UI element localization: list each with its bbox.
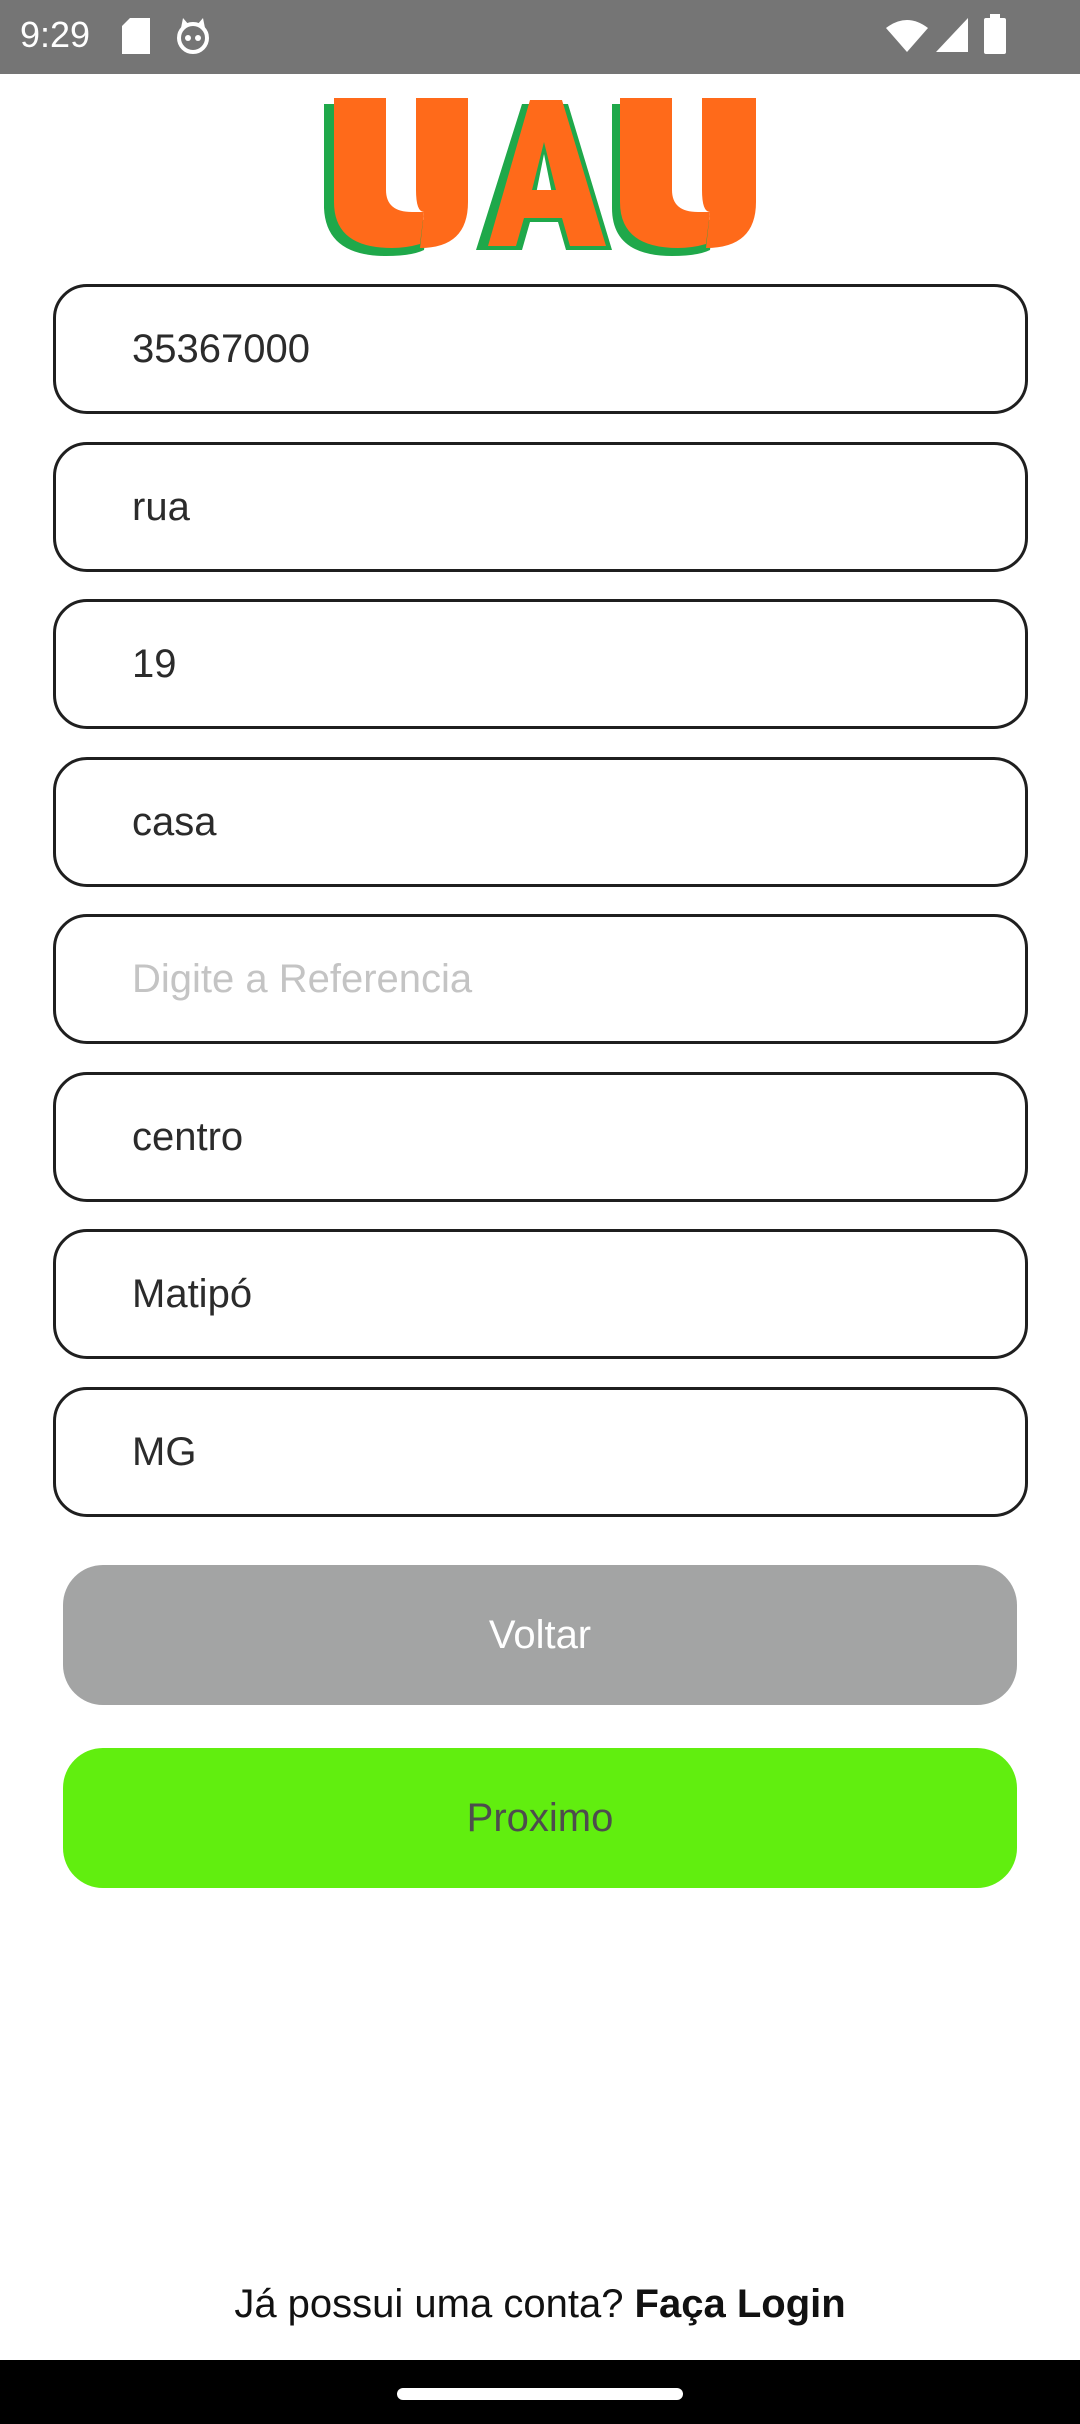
back-button[interactable]: Voltar: [63, 1565, 1017, 1705]
login-prompt: Já possui uma conta? Faça Login: [0, 2282, 1080, 2327]
reference-field[interactable]: [53, 914, 1028, 1044]
navigation-bar: [0, 2360, 1080, 2424]
home-gesture-handle[interactable]: [397, 2388, 683, 2400]
number-field[interactable]: [53, 599, 1028, 729]
reference-input[interactable]: [132, 917, 992, 1041]
back-button-label: Voltar: [488, 1612, 592, 1657]
next-button-label: Proximo: [466, 1795, 614, 1840]
sd-card-icon: [122, 18, 150, 54]
uau-logo: [324, 98, 756, 256]
neighborhood-input[interactable]: [132, 1075, 992, 1199]
city-field[interactable]: [53, 1229, 1028, 1359]
status-bar: 9:29: [0, 0, 1080, 74]
login-link[interactable]: Faça Login: [635, 2282, 846, 2326]
next-button[interactable]: Proximo: [63, 1748, 1017, 1888]
state-input[interactable]: [132, 1390, 992, 1514]
login-question: Já possui uma conta?: [234, 2282, 635, 2326]
state-field[interactable]: [53, 1387, 1028, 1517]
status-time: 9:29: [20, 14, 91, 55]
street-input[interactable]: [132, 445, 992, 569]
cat-face-icon: [177, 18, 209, 54]
complement-input[interactable]: [132, 760, 992, 884]
cep-field[interactable]: [53, 284, 1028, 414]
street-field[interactable]: [53, 442, 1028, 572]
complement-field[interactable]: [53, 757, 1028, 887]
city-input[interactable]: [132, 1232, 992, 1356]
battery-icon: [984, 14, 1006, 54]
wifi-icon: [886, 20, 928, 52]
number-input[interactable]: [132, 602, 992, 726]
neighborhood-field[interactable]: [53, 1072, 1028, 1202]
signal-icon: [936, 18, 968, 52]
cep-input[interactable]: [132, 287, 992, 411]
